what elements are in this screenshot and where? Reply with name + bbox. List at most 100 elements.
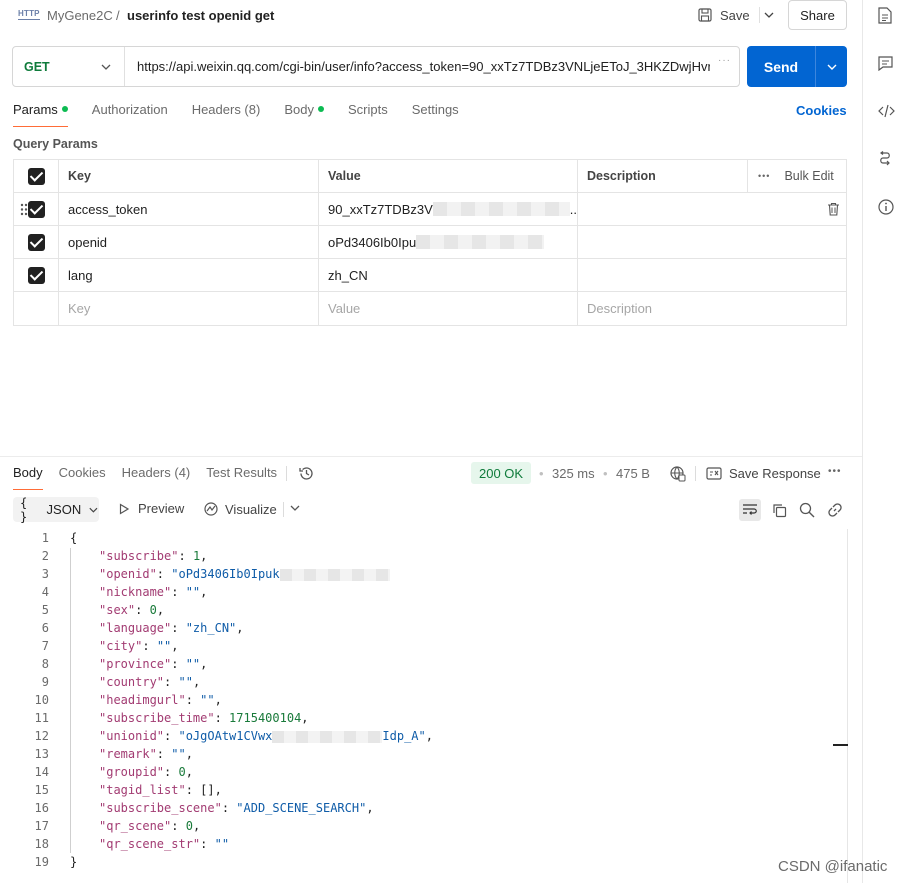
tab-response-headers[interactable]: Headers (4) [122,465,191,490]
json-value: 0 [185,819,193,833]
json-comma: , [200,585,208,599]
new-description-input[interactable]: Description [578,292,846,325]
more-options-icon[interactable]: ••• [758,171,770,181]
tab-headers[interactable]: Headers (8) [192,102,261,127]
breadcrumb-collection[interactable]: MyGene2C [47,8,113,23]
code-line: 16 "subscribe_scene": "ADD_SCENE_SEARCH", [0,799,848,817]
json-key: "qr_scene" [99,819,172,833]
json-value: "oPd3406Ib0Ipuk [171,567,280,581]
related-collections-icon[interactable] [878,151,892,167]
json-value: "" [185,585,201,599]
line-number: 14 [34,765,49,779]
url-overflow-indicator: ··· [718,55,731,66]
param-key[interactable]: access_token [59,193,319,225]
request-title[interactable]: userinfo test openid get [127,8,274,23]
tab-body[interactable]: Body [284,102,324,127]
param-key[interactable]: openid [59,226,319,258]
param-key[interactable]: lang [59,259,319,291]
link-button[interactable] [824,499,846,521]
json-value: 0 [149,603,157,617]
code-text: "headimgurl": "", [99,693,222,707]
param-value[interactable]: oPd3406Ib0Ipu [319,226,578,258]
line-number: 10 [34,693,49,707]
url-input[interactable]: https://api.weixin.qq.com/cgi-bin/user/i… [125,59,710,74]
line-number: 13 [34,747,49,761]
code-line: 1{ [0,529,848,547]
share-button[interactable]: Share [788,0,847,30]
tab-response-cookies[interactable]: Cookies [59,465,106,490]
format-select[interactable]: { } JSON [13,496,99,524]
param-description[interactable] [578,259,846,291]
history-icon[interactable] [298,465,315,482]
visualize-button[interactable]: Visualize [203,501,277,517]
save-options-button[interactable] [759,7,777,23]
param-description[interactable] [578,193,846,225]
param-value[interactable]: zh_CN [319,259,578,291]
search-button[interactable] [796,499,818,521]
line-number: 8 [41,657,49,671]
copy-button[interactable] [768,499,790,521]
json-key: "unionid" [99,729,165,743]
response-time[interactable]: 325 ms [552,466,595,481]
comments-icon[interactable] [878,56,893,71]
cookies-link[interactable]: Cookies [796,103,847,118]
save-response-button[interactable]: Save Response [706,466,821,481]
table-row: lang zh_CN [14,259,846,292]
code-text: { [70,531,78,545]
json-comma: , [192,819,201,833]
code-text: "language": "zh_CN", [99,621,244,635]
json-comma: , [214,783,222,797]
wrap-lines-button[interactable] [739,499,761,521]
send-options-button[interactable] [816,62,847,72]
scrollbar[interactable] [847,529,848,883]
info-icon[interactable] [878,199,894,215]
code-text: "tagid_list": [], [99,783,222,797]
documentation-icon[interactable] [878,7,892,24]
save-label: Save [720,7,750,23]
tab-response-body[interactable]: Body [13,465,43,490]
tab-authorization[interactable]: Authorization [92,102,168,127]
scrollbar-marker[interactable] [833,744,848,746]
tab-test-results[interactable]: Test Results [206,465,277,490]
json-value: "" [214,837,230,851]
json-comma: , [185,747,193,761]
new-key-input[interactable]: Key [59,292,319,325]
response-divider[interactable] [0,456,862,457]
network-globe-icon[interactable] [669,465,686,482]
code-text: "qr_scene_str": "" [99,837,230,851]
preview-button[interactable]: Preview [118,501,184,516]
code-text: "unionid": "oJgOAtw1CVwx Idp_A", [99,729,433,743]
json-comma: , [425,729,433,743]
code-text: "nickname": "", [99,585,208,599]
bulk-edit-button[interactable]: ••• Bulk Edit [747,160,846,192]
param-value[interactable]: 90_xxTz7TDBz3V.. [319,193,578,225]
drag-handle-icon[interactable] [20,203,28,216]
row-checkbox[interactable] [27,266,45,284]
query-params-title: Query Params [13,137,98,151]
status-badge[interactable]: 200 OK [471,462,532,484]
line-number: 1 [41,531,49,545]
code-line: 4 "nickname": "", [0,583,848,601]
code-text: } [70,855,78,869]
row-checkbox[interactable] [27,200,45,218]
json-key: "subscribe_scene" [99,801,222,815]
json-key: "qr_scene_str" [99,837,201,851]
select-all-checkbox[interactable] [27,167,45,185]
tab-settings[interactable]: Settings [412,102,459,127]
param-description[interactable] [578,226,846,258]
json-value: [] [200,783,215,797]
tab-scripts[interactable]: Scripts [348,102,388,127]
code-icon[interactable] [878,104,895,118]
new-value-input[interactable]: Value [319,292,578,325]
trash-icon[interactable] [827,202,840,216]
response-more-options-icon[interactable]: ••• [828,466,842,477]
json-value: 1715400104 [229,711,302,725]
response-size[interactable]: 475 B [616,466,650,481]
tab-params[interactable]: Params [13,102,68,127]
method-select[interactable]: GET [13,47,125,86]
response-body-editor[interactable]: 1{2 "subscribe": 1, 3 "openid": "oPd3406Ib0… [0,529,848,871]
row-checkbox[interactable] [27,233,45,251]
send-button[interactable]: Send [747,46,847,87]
chevron-down-icon[interactable] [289,503,301,513]
json-key: "openid" [99,567,157,581]
